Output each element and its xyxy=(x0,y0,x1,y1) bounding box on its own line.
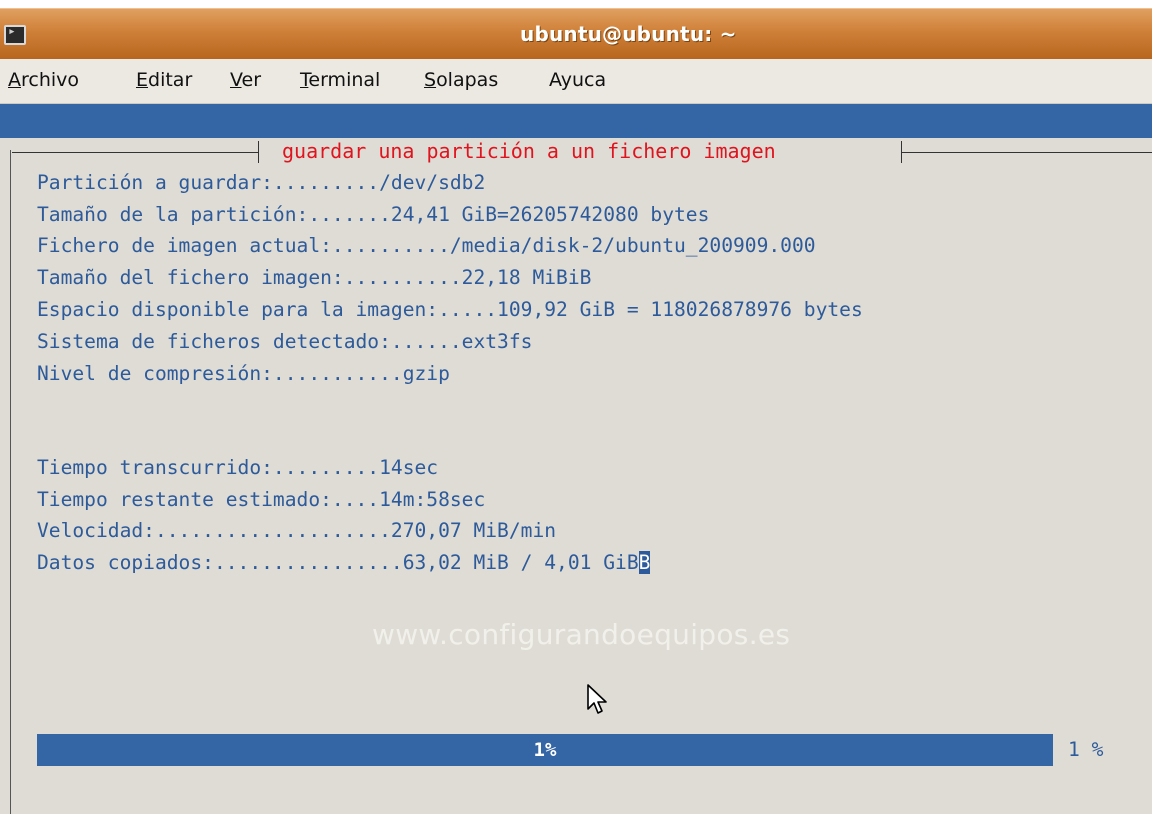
info-available-space: Espacio disponible para la imagen:.....1… xyxy=(37,298,863,321)
progress-bar: 1% xyxy=(37,734,1053,766)
info-image-file: Fichero de imagen actual:........../medi… xyxy=(37,234,816,257)
data-copied-text: Datos copiados:................63,02 MiB… xyxy=(37,551,639,574)
info-filesystem: Sistema de ficheros detectado:......ext3… xyxy=(37,330,533,353)
stat-elapsed-time: Tiempo transcurrido:.........14sec xyxy=(37,456,439,479)
terminal-window: ubuntu@ubuntu: ~ Archivo Editar Ver Term… xyxy=(0,0,1152,814)
info-compression: Nivel de compresión:...........gzip xyxy=(37,362,450,385)
menu-archivo[interactable]: Archivo xyxy=(8,69,79,91)
window-title: ubuntu@ubuntu: ~ xyxy=(520,22,737,46)
stat-speed: Velocidad:....................270,07 MiB… xyxy=(37,519,557,542)
dialog-left-border xyxy=(10,150,11,814)
info-image-size: Tamaño del fichero imagen:..........22,1… xyxy=(37,266,592,289)
info-partition-size: Tamaño de la partición:.......24,41 GiB=… xyxy=(37,203,710,226)
stat-data-copied: Datos copiados:................63,02 MiB… xyxy=(37,551,651,574)
stat-remaining-time: Tiempo restante estimado:....14m:58sec xyxy=(37,488,486,511)
text-cursor: B xyxy=(638,551,651,574)
terminal-icon[interactable] xyxy=(4,24,26,45)
menu-ayuda[interactable]: Ayuca xyxy=(549,69,606,91)
frame-line-left xyxy=(12,152,258,153)
progress-label: 1% xyxy=(533,739,557,761)
frame-tick-left xyxy=(258,141,259,163)
watermark: www.configurandoequipos.es xyxy=(372,618,791,651)
info-partition: Partición a guardar:........./dev/sdb2 xyxy=(37,171,486,194)
menu-bar: Archivo Editar Ver Terminal Solapas Ayuc… xyxy=(0,59,1152,104)
menu-editar[interactable]: Editar xyxy=(136,69,192,91)
dialog-top-strip xyxy=(0,104,1152,138)
frame-line-right xyxy=(902,152,1152,153)
dialog-title: guardar una partición a un fichero image… xyxy=(282,139,776,163)
menu-solapas[interactable]: Solapas xyxy=(424,69,498,91)
mouse-pointer-icon xyxy=(587,684,607,714)
title-bar[interactable]: ubuntu@ubuntu: ~ xyxy=(0,8,1152,59)
menu-ver[interactable]: Ver xyxy=(230,69,261,91)
menu-terminal[interactable]: Terminal xyxy=(300,69,380,91)
progress-percent-text: 1 % xyxy=(1068,738,1104,761)
